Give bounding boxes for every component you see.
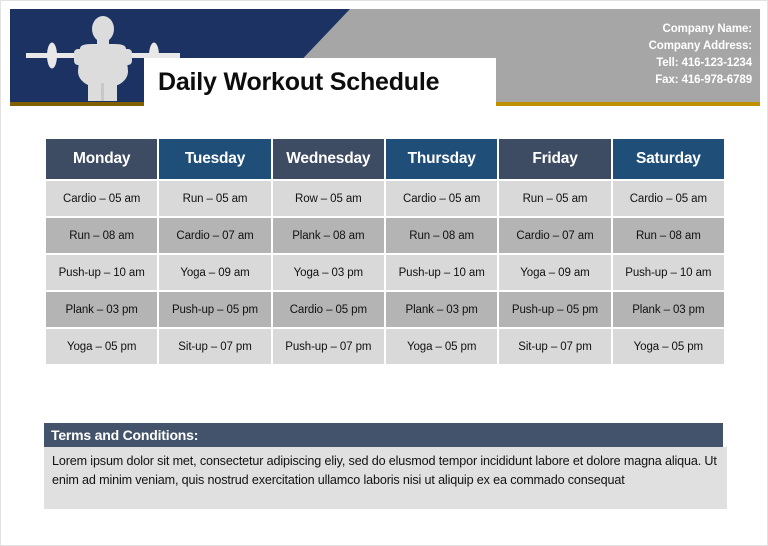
schedule-cell: Plank – 08 am	[272, 218, 384, 253]
company-fax: Fax: 416-978-6789	[655, 74, 752, 86]
column-header-wednesday: Wednesday	[272, 139, 384, 179]
company-telephone: Tell: 416-123-1234	[656, 57, 752, 69]
table-row: Push-up – 10 am Yoga – 09 am Yoga – 03 p…	[46, 255, 724, 290]
schedule-cell: Plank – 03 pm	[612, 292, 724, 327]
schedule-cell: Push-up – 10 am	[385, 255, 498, 290]
schedule-cell: Cardio – 07 am	[499, 218, 611, 253]
schedule-cell: Yoga – 09 am	[159, 255, 271, 290]
terms-and-conditions-section: Terms and Conditions: Lorem ipsum dolor …	[44, 423, 727, 509]
schedule-header-row: Monday Tuesday Wednesday Thursday Friday…	[46, 139, 724, 179]
schedule-cell: Yoga – 03 pm	[272, 255, 384, 290]
document-header: Daily Workout Schedule Company Name: Com…	[10, 9, 760, 106]
column-header-monday: Monday	[46, 139, 158, 179]
column-header-thursday: Thursday	[385, 139, 498, 179]
column-header-saturday: Saturday	[612, 139, 724, 179]
schedule-cell: Cardio – 05 am	[612, 181, 724, 216]
schedule-cell: Push-up – 10 am	[46, 255, 158, 290]
terms-heading-label: Terms and Conditions:	[51, 427, 199, 443]
workout-schedule-table: Monday Tuesday Wednesday Thursday Friday…	[44, 137, 726, 366]
document-title-box: Daily Workout Schedule	[144, 58, 496, 106]
company-name-label: Company Name:	[662, 23, 753, 35]
company-address-label: Company Address:	[648, 40, 753, 52]
schedule-cell: Yoga – 05 pm	[385, 329, 498, 364]
column-header-friday: Friday	[499, 139, 611, 179]
schedule-cell: Push-up – 05 pm	[159, 292, 271, 327]
terms-heading-bar: Terms and Conditions:	[44, 423, 723, 447]
terms-body-block: Lorem ipsum dolor sit met, consectetur a…	[44, 447, 727, 509]
schedule-cell: Sit-up – 07 pm	[499, 329, 611, 364]
schedule-cell: Push-up – 05 pm	[499, 292, 611, 327]
schedule-cell: Sit-up – 07 pm	[159, 329, 271, 364]
schedule-cell: Yoga – 05 pm	[612, 329, 724, 364]
schedule-cell: Run – 08 am	[385, 218, 498, 253]
schedule-cell: Run – 08 am	[612, 218, 724, 253]
schedule-cell: Run – 05 am	[159, 181, 271, 216]
schedule-cell: Plank – 03 pm	[46, 292, 158, 327]
schedule-cell: Yoga – 09 am	[499, 255, 611, 290]
terms-body-text: Lorem ipsum dolor sit met, consectetur a…	[52, 454, 717, 487]
document-page: Daily Workout Schedule Company Name: Com…	[0, 0, 768, 546]
table-row: Plank – 03 pm Push-up – 05 pm Cardio – 0…	[46, 292, 724, 327]
schedule-cell: Run – 05 am	[499, 181, 611, 216]
schedule-cell: Push-up – 07 pm	[272, 329, 384, 364]
company-contact-block: Company Name: Company Address: Tell: 416…	[648, 21, 753, 89]
schedule-cell: Cardio – 05 am	[46, 181, 158, 216]
schedule-cell: Plank – 03 pm	[385, 292, 498, 327]
table-row: Yoga – 05 pm Sit-up – 07 pm Push-up – 07…	[46, 329, 724, 364]
schedule-cell: Cardio – 07 am	[159, 218, 271, 253]
schedule-cell: Cardio – 05 am	[385, 181, 498, 216]
schedule-cell: Push-up – 10 am	[612, 255, 724, 290]
page-title: Daily Workout Schedule	[158, 67, 440, 96]
schedule-cell: Cardio – 05 pm	[272, 292, 384, 327]
schedule-cell: Row – 05 am	[272, 181, 384, 216]
table-row: Cardio – 05 am Run – 05 am Row – 05 am C…	[46, 181, 724, 216]
column-header-tuesday: Tuesday	[159, 139, 271, 179]
schedule-cell: Run – 08 am	[46, 218, 158, 253]
schedule-cell: Yoga – 05 pm	[46, 329, 158, 364]
table-row: Run – 08 am Cardio – 07 am Plank – 08 am…	[46, 218, 724, 253]
